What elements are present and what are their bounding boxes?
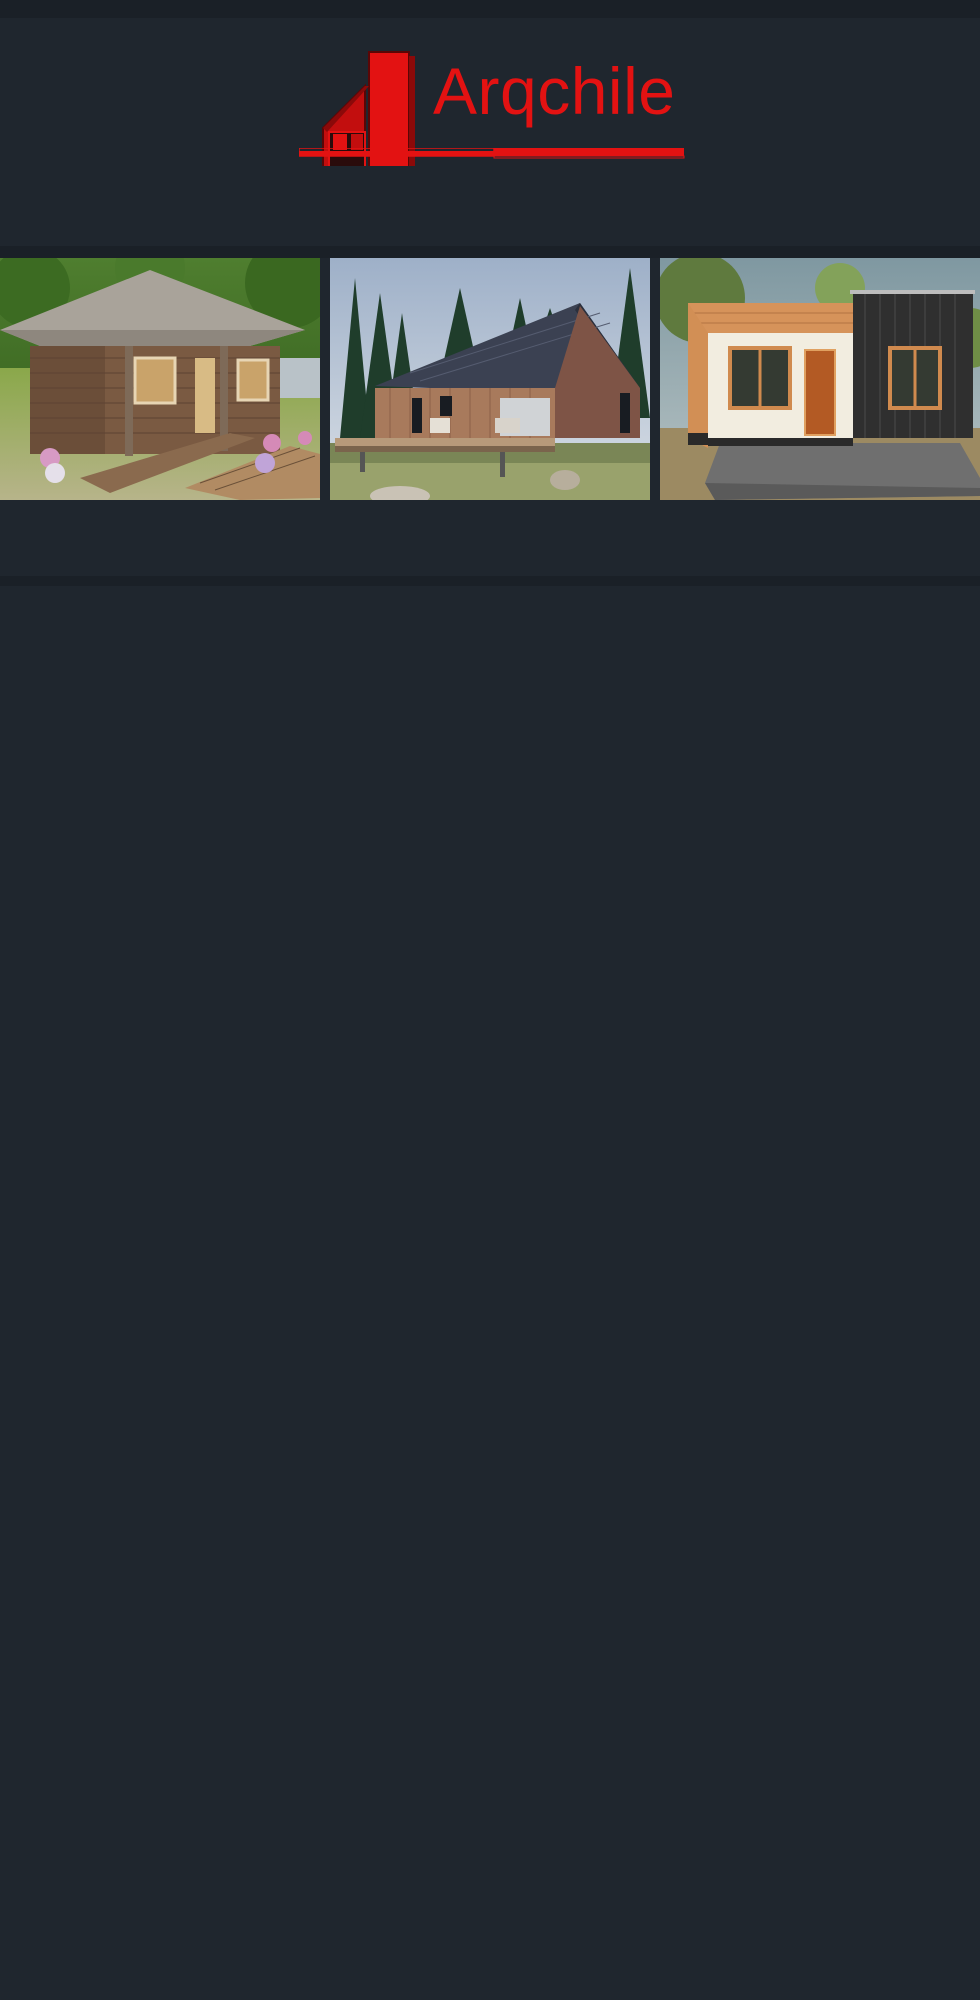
small-modern-house-image [660,258,980,500]
gallery-image-3[interactable] [660,258,980,500]
logo-underline [299,148,685,159]
wooden-cabin-image [0,258,320,500]
house-gallery [0,258,980,500]
gallery-image-2[interactable] [330,258,650,500]
modern-gable-house-image [330,258,650,500]
gallery-footer-space [0,500,980,576]
section-divider [0,576,980,586]
main-content-area [0,586,980,2000]
gallery-image-1[interactable] [0,258,320,500]
site-header: Arqchile [0,18,980,246]
top-strip [0,0,980,18]
site-logo[interactable]: Arqchile [299,46,695,166]
brand-name: Arqchile [433,54,676,128]
header-divider [0,246,980,258]
